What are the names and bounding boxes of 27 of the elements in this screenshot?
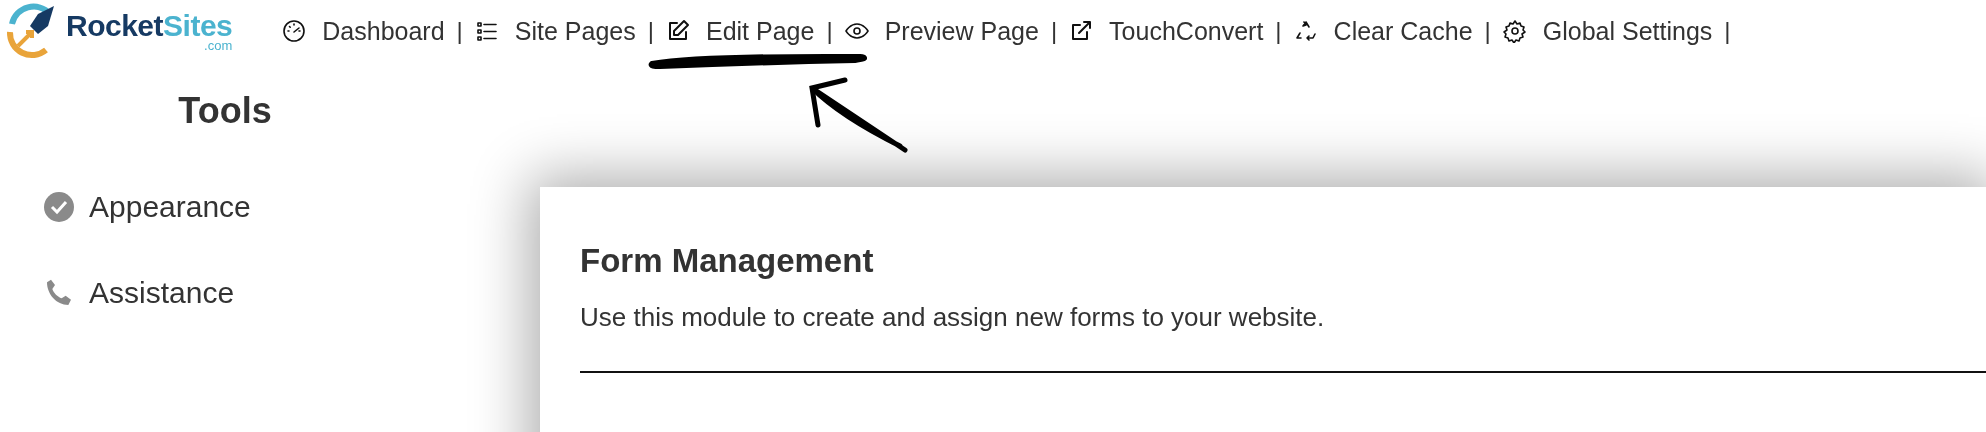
nav-link[interactable]: Edit Page bbox=[665, 16, 815, 46]
panel-title: Form Management bbox=[580, 242, 875, 280]
recycle-icon bbox=[1293, 19, 1318, 43]
sidebar-item[interactable]: Assistance bbox=[43, 276, 540, 310]
nav-link[interactable]: TouchConvert bbox=[1069, 16, 1264, 46]
sidebar-item[interactable]: Appearance bbox=[43, 190, 540, 224]
nav-separator: | bbox=[826, 17, 833, 45]
sidebar-title: Tools bbox=[177, 90, 273, 132]
check-circle-icon bbox=[43, 191, 75, 223]
nav-link[interactable]: Dashboard bbox=[282, 16, 445, 46]
nav-link[interactable]: Clear Cache bbox=[1293, 16, 1473, 46]
list-icon bbox=[474, 19, 499, 43]
nav-separator: | bbox=[1724, 17, 1731, 45]
nav-separator: | bbox=[647, 17, 654, 45]
external-link-icon bbox=[1069, 19, 1094, 43]
nav-separator: | bbox=[1275, 17, 1282, 45]
panel-description: Use this module to create and assign new forms to your website. bbox=[580, 302, 1326, 333]
gauge-icon bbox=[282, 19, 307, 43]
settings-icon bbox=[1502, 19, 1527, 43]
nav-separator: | bbox=[1484, 17, 1491, 45]
nav-separator: | bbox=[456, 17, 463, 45]
nav-separator: | bbox=[1050, 17, 1058, 45]
nav-link[interactable]: Site Pages bbox=[474, 16, 636, 46]
logo-domain: .com bbox=[204, 38, 233, 52]
nav-link[interactable]: Preview Page bbox=[844, 16, 1039, 46]
logo-wordmark: RocketSites bbox=[66, 10, 233, 41]
nav-link[interactable]: Global Settings bbox=[1502, 16, 1713, 46]
